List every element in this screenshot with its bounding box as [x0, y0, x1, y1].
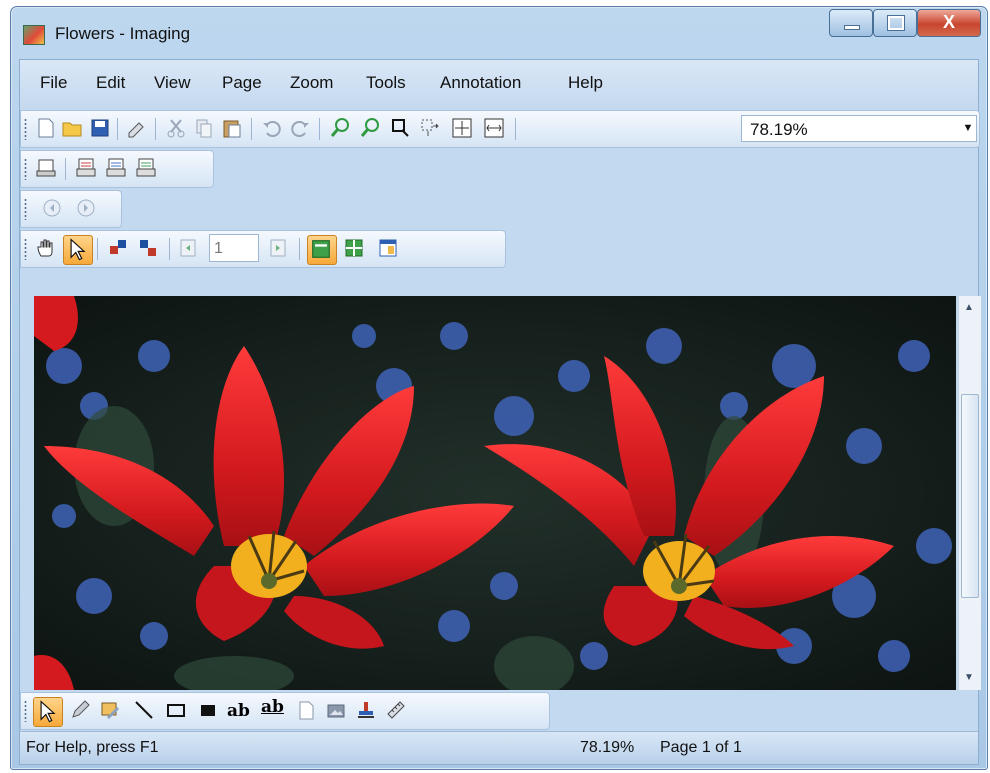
maximize-button[interactable] [873, 9, 917, 37]
hand-icon[interactable] [35, 237, 57, 259]
prev-page-icon[interactable] [177, 237, 199, 259]
menu-page[interactable]: Page [222, 73, 262, 93]
note-icon[interactable] [295, 699, 317, 721]
zoom-out-icon[interactable] [359, 117, 381, 139]
menu-help[interactable]: Help [568, 73, 603, 93]
flowers-image [34, 296, 956, 690]
menu-annotation[interactable]: Annotation [440, 73, 521, 93]
menu-edit[interactable]: Edit [96, 73, 125, 93]
stamp-icon[interactable] [355, 699, 377, 721]
print-toolbar [20, 150, 214, 188]
status-zoom: 78.19% [580, 739, 635, 756]
toolbar-grip[interactable] [24, 158, 27, 180]
save-icon[interactable] [89, 117, 111, 139]
navigation-toolbar [20, 190, 122, 228]
status-page: Page 1 of 1 [660, 739, 742, 756]
fit-width-icon[interactable] [483, 117, 505, 139]
rotate-icon[interactable] [107, 237, 129, 259]
flip-icon[interactable] [137, 237, 159, 259]
next-page-icon[interactable] [267, 237, 289, 259]
menu-bar: File Edit View Page Zoom Tools Annotatio… [20, 60, 978, 108]
status-help-text: For Help, press F1 [26, 739, 159, 756]
back-icon[interactable] [41, 197, 63, 219]
menu-tools[interactable]: Tools [366, 73, 406, 93]
toolbar-grip[interactable] [24, 198, 27, 220]
clear-icon[interactable] [125, 117, 147, 139]
standard-toolbar: 78.19% ▼ [20, 110, 980, 148]
image-icon[interactable] [325, 699, 347, 721]
annotation-pointer-button[interactable] [33, 697, 63, 727]
menu-view[interactable]: View [154, 73, 191, 93]
toolbar-separator [169, 238, 170, 260]
single-page-button[interactable] [307, 235, 337, 265]
toolbar-separator [155, 118, 156, 140]
status-bar: For Help, press F1 78.19% Page 1 of 1 [20, 731, 978, 764]
image-viewer[interactable] [34, 296, 956, 690]
toolbar-separator [299, 238, 300, 260]
new-icon[interactable] [35, 117, 57, 139]
pointer-button[interactable] [63, 235, 93, 265]
open-icon[interactable] [61, 117, 83, 139]
zoom-rect-icon[interactable] [389, 117, 411, 139]
highlighter-icon[interactable] [99, 699, 121, 721]
view-toolbar: 1 [20, 230, 506, 268]
undo-icon[interactable] [261, 117, 283, 139]
toolbar-grip[interactable] [24, 700, 27, 722]
minimize-button[interactable] [829, 9, 873, 37]
fit-page-icon[interactable] [451, 117, 473, 139]
toolbar-separator [515, 118, 516, 140]
chevron-down-icon[interactable]: ▼ [960, 116, 976, 141]
single-page-icon [312, 240, 330, 258]
close-button[interactable]: X [917, 9, 981, 37]
maximize-icon [887, 15, 905, 31]
scrollbar-thumb[interactable] [961, 394, 979, 598]
toolbar-separator [251, 118, 252, 140]
print-setup-icon[interactable] [105, 157, 127, 179]
annotation-toolbar: ab ab [20, 692, 550, 730]
pointer-icon [40, 700, 56, 723]
cut-icon[interactable] [165, 117, 187, 139]
toolbar-separator [65, 158, 66, 180]
scroll-down-icon[interactable]: ▼ [964, 672, 974, 683]
copy-icon[interactable] [193, 117, 215, 139]
window-icon[interactable] [377, 237, 399, 259]
print-icon[interactable] [35, 157, 57, 179]
menu-zoom[interactable]: Zoom [290, 73, 333, 93]
menu-file[interactable]: File [40, 73, 67, 93]
minimize-icon [844, 25, 860, 30]
thumbnail-icon[interactable] [343, 237, 365, 259]
page-number-field[interactable]: 1 [209, 234, 259, 262]
text-icon[interactable]: ab [227, 701, 255, 723]
zoom-in-icon[interactable] [329, 117, 351, 139]
toolbar-separator [319, 118, 320, 140]
redo-icon[interactable] [289, 117, 311, 139]
toolbar-separator [97, 238, 98, 260]
vertical-scrollbar[interactable]: ▲ ▼ [958, 296, 981, 690]
toolbar-grip[interactable] [24, 118, 27, 140]
zoom-select-icon[interactable] [419, 117, 441, 139]
print-preview-icon[interactable] [75, 157, 97, 179]
filled-rectangle-icon[interactable] [197, 699, 219, 721]
ruler-icon[interactable] [385, 699, 407, 721]
forward-icon[interactable] [75, 197, 97, 219]
zoom-value: 78.19% [750, 120, 808, 139]
toolbar-grip[interactable] [24, 238, 27, 260]
title-bar[interactable]: Flowers - Imaging X [11, 7, 987, 59]
app-icon [23, 25, 45, 45]
print-all-icon[interactable] [135, 157, 157, 179]
pointer-icon [70, 238, 86, 261]
rectangle-icon[interactable] [165, 699, 187, 721]
scroll-up-icon[interactable]: ▲ [964, 302, 974, 313]
text-box-icon[interactable]: ab [261, 697, 289, 719]
line-icon[interactable] [133, 699, 155, 721]
paste-icon[interactable] [221, 117, 243, 139]
window-title: Flowers - Imaging [55, 24, 191, 43]
pen-icon[interactable] [69, 699, 91, 721]
app-window: Flowers - Imaging X File Edit View Page … [10, 6, 988, 770]
client-area: File Edit View Page Zoom Tools Annotatio… [19, 59, 981, 765]
toolbar-separator [117, 118, 118, 140]
zoom-combobox[interactable]: 78.19% ▼ [741, 115, 977, 142]
